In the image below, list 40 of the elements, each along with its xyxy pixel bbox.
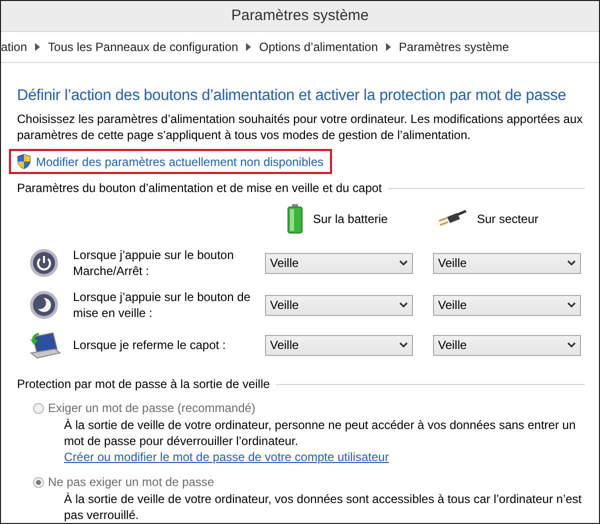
power-icon xyxy=(29,248,59,278)
battery-icon xyxy=(287,204,303,234)
section-title: Paramètres du bouton d’alimentation et de mise en veille et du capot xyxy=(17,181,382,195)
column-header: Sur la batterie xyxy=(313,212,388,226)
chevron-icon xyxy=(399,342,408,348)
breadcrumb-arrow-icon xyxy=(246,42,252,51)
breadcrumb-item[interactable]: ation xyxy=(1,40,28,54)
page-description: Choisissez les paramètres d’alimentation souhaités pour votre ordinateur. Les modifications apportées aux paramètres de cette page s’appliquent à tous vos modes de gestion de l’alimentation. xyxy=(17,111,584,143)
breadcrumb-item[interactable]: Tous les Panneaux de configuration xyxy=(48,40,238,54)
action-dropdown[interactable]: Veille xyxy=(433,294,581,316)
breadcrumb-item[interactable]: Options d’alimentation xyxy=(259,40,378,54)
plug-icon xyxy=(437,209,467,229)
breadcrumb-arrow-icon xyxy=(386,42,391,51)
chevron-icon xyxy=(399,302,408,308)
action-dropdown[interactable]: Veille xyxy=(265,294,413,316)
setting-label: Lorsque je referme le capot : xyxy=(72,337,227,353)
breadcrumb-arrow-icon xyxy=(35,42,40,51)
action-dropdown[interactable]: Veille xyxy=(265,334,413,356)
page-heading: Définir l’action des boutons d’alimentation et activer la protection par mot de passe xyxy=(17,87,568,105)
laptop-icon xyxy=(29,331,61,359)
option-description: À la sortie de veille de votre ordinateur, personne ne peut accéder à vos données sans entrer un mot de passe pour déverrouiller l’ordinateur. Créer ou modifier le mot de passe de votre compte utilisateur xyxy=(64,417,577,465)
shield-icon xyxy=(17,154,31,169)
action-dropdown[interactable]: Veille xyxy=(433,252,581,274)
window-title: Paramètres système xyxy=(231,7,369,24)
option-description: À la sortie de veille de votre ordinateur, vos données sont accessibles à tous car l’ordinateur n’est pas verrouillé. xyxy=(64,491,583,523)
chevron-icon xyxy=(567,342,576,348)
setting-label: Lorsque j’appuie sur le bouton de mise en veille : xyxy=(72,289,252,321)
radio-label: Exiger un mot de passe (recommandé) xyxy=(48,401,256,415)
chevron-icon xyxy=(567,260,576,266)
moon-icon xyxy=(29,290,59,320)
action-dropdown[interactable]: Veille xyxy=(433,334,581,356)
column-header: Sur secteur xyxy=(477,212,538,226)
action-dropdown[interactable]: Veille xyxy=(265,252,413,274)
radio-label: Ne pas exiger un mot de passe xyxy=(48,475,214,489)
chevron-icon xyxy=(399,260,408,266)
admin-settings-link[interactable]: Modifier des paramètres actuellement non disponibles xyxy=(9,149,332,174)
setting-label: Lorsque j’appuie sur le bouton Marche/Arrêt : xyxy=(72,247,235,279)
chevron-icon xyxy=(567,302,576,308)
breadcrumb-item[interactable]: Paramètres système xyxy=(398,40,509,54)
section-title: Protection par mot de passe à la sortie de veille xyxy=(17,377,270,391)
